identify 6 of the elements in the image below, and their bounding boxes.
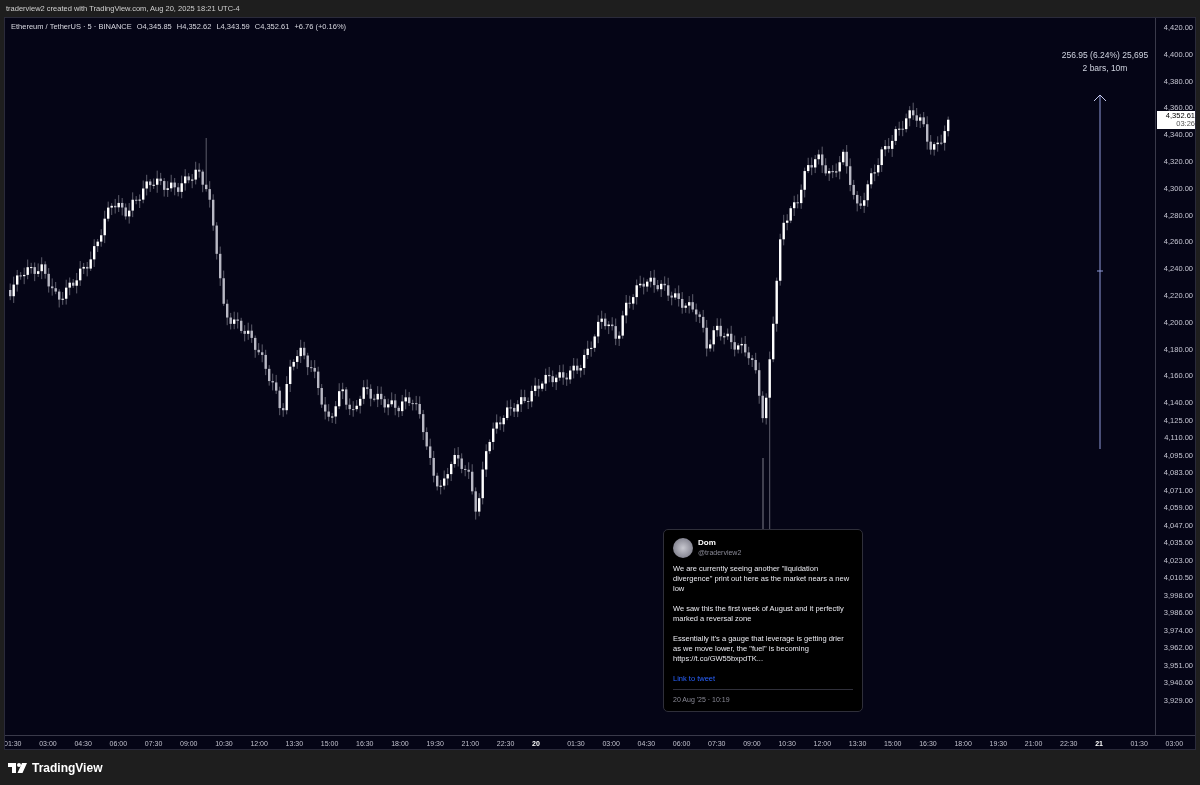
measure-text: 2 bars, 10m — [1082, 62, 1128, 75]
brand-name: TradingView — [32, 759, 103, 777]
logo-icon — [8, 762, 28, 773]
avatar-icon — [673, 538, 693, 558]
measure-text: 256.95 (6.24%) 25,695 — [1061, 49, 1149, 62]
author-name: Dom — [698, 538, 717, 548]
